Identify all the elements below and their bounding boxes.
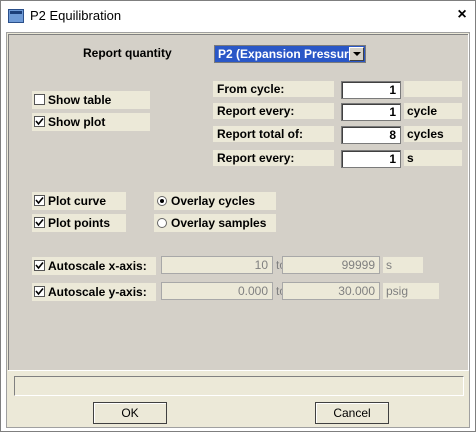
report-every-cycle-input[interactable]: 1 [341, 103, 401, 121]
check-icon [34, 260, 45, 271]
cancel-button[interactable]: Cancel [315, 402, 389, 424]
report-every-cycle-label: Report every: [213, 103, 334, 119]
report-total-label: Report total of: [213, 126, 334, 142]
radio-selected-icon [157, 196, 167, 206]
y-axis-max-input[interactable]: 30.000 [282, 282, 380, 300]
ok-button[interactable]: OK [93, 402, 167, 424]
y-axis-unit: psig [383, 283, 439, 299]
autoscale-x-checkbox[interactable]: Autoscale x-axis: [32, 257, 156, 275]
dialog-client: Report quantity P2 (Expansion Pressure) … [6, 32, 470, 428]
overlay-cycles-radio[interactable]: Overlay cycles [154, 192, 276, 210]
autoscale-y-label: Autoscale y-axis: [48, 285, 147, 299]
plot-points-checkbox[interactable]: Plot points [32, 214, 126, 232]
report-every-s-input[interactable]: 1 [341, 150, 401, 168]
x-axis-min-input[interactable]: 10 [161, 256, 273, 274]
y-axis-min-input[interactable]: 0.000 [161, 282, 273, 300]
report-total-unit: cycles [404, 126, 462, 142]
chevron-down-icon[interactable] [349, 47, 364, 61]
dialog-window: P2 Equilibration × Report quantity P2 (E… [0, 0, 476, 432]
check-icon [34, 116, 45, 127]
report-every-s-unit: s [404, 150, 462, 166]
overlay-cycles-label: Overlay cycles [171, 194, 256, 208]
window-title: P2 Equilibration [30, 8, 122, 23]
check-icon [34, 195, 45, 206]
window-icon [8, 9, 24, 23]
plot-curve-label: Plot curve [48, 194, 107, 208]
report-quantity-label: Report quantity [83, 46, 172, 60]
x-axis-unit: s [383, 257, 423, 273]
show-table-label: Show table [48, 93, 112, 107]
title-bar[interactable]: P2 Equilibration × [1, 1, 475, 31]
status-bar [14, 376, 464, 396]
report-total-input[interactable]: 8 [341, 126, 401, 144]
radio-unselected-icon [157, 218, 167, 228]
overlay-samples-radio[interactable]: Overlay samples [154, 214, 276, 232]
autoscale-x-label: Autoscale x-axis: [48, 259, 147, 273]
show-plot-label: Show plot [48, 115, 106, 129]
close-button[interactable]: × [453, 5, 471, 25]
show-table-checkbox[interactable]: Show table [32, 91, 150, 109]
report-quantity-select[interactable]: P2 (Expansion Pressure) [214, 45, 366, 63]
from-cycle-input[interactable]: 1 [341, 81, 401, 99]
report-every-s-label: Report every: [213, 150, 334, 166]
show-plot-checkbox[interactable]: Show plot [32, 113, 150, 131]
autoscale-y-checkbox[interactable]: Autoscale y-axis: [32, 283, 156, 301]
check-icon [34, 217, 45, 228]
report-quantity-value: P2 (Expansion Pressure) [218, 47, 360, 61]
check-icon [34, 286, 45, 297]
overlay-samples-label: Overlay samples [171, 216, 267, 230]
checkbox-box [34, 94, 45, 105]
from-cycle-unit [404, 81, 462, 97]
report-every-cycle-unit: cycle [404, 103, 462, 119]
x-axis-max-input[interactable]: 99999 [282, 256, 380, 274]
options-panel: Report quantity P2 (Expansion Pressure) … [8, 34, 469, 371]
from-cycle-label: From cycle: [213, 81, 334, 97]
plot-points-label: Plot points [48, 216, 110, 230]
plot-curve-checkbox[interactable]: Plot curve [32, 192, 126, 210]
